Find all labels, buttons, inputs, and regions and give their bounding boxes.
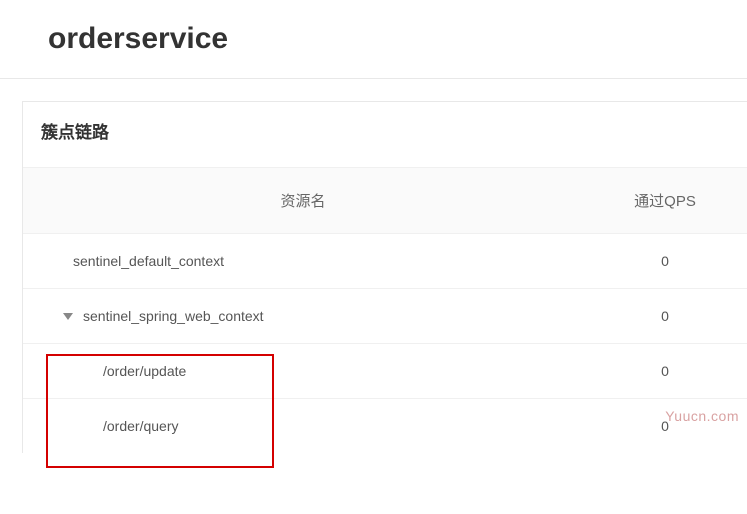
table-row[interactable]: sentinel_default_context 0 bbox=[23, 234, 747, 289]
resource-label: sentinel_spring_web_context bbox=[83, 308, 264, 324]
watermark: Yuucn.com bbox=[665, 408, 739, 424]
resource-cell: sentinel_default_context bbox=[23, 234, 583, 289]
panel-header: 簇点链路 bbox=[23, 102, 747, 167]
separator bbox=[0, 78, 747, 79]
table-row[interactable]: /order/query 0 bbox=[23, 399, 747, 454]
resource-table: 资源名 通过QPS sentinel_default_context 0 sen… bbox=[23, 167, 747, 453]
table-header-row: 资源名 通过QPS bbox=[23, 168, 747, 234]
qps-cell: 0 bbox=[583, 234, 747, 289]
col-qps[interactable]: 通过QPS bbox=[583, 168, 747, 234]
cluster-panel: 簇点链路 资源名 通过QPS sentinel_default_context … bbox=[22, 101, 747, 453]
qps-cell: 0 bbox=[583, 289, 747, 344]
table-row[interactable]: sentinel_spring_web_context 0 bbox=[23, 289, 747, 344]
qps-cell: 0 bbox=[583, 344, 747, 399]
qps-cell: 0 bbox=[583, 399, 747, 454]
page-title: orderservice bbox=[0, 0, 747, 78]
resource-cell: /order/query bbox=[23, 399, 583, 454]
caret-down-icon[interactable] bbox=[63, 313, 73, 320]
table-row[interactable]: /order/update 0 bbox=[23, 344, 747, 399]
resource-cell: sentinel_spring_web_context bbox=[23, 289, 583, 344]
col-resource[interactable]: 资源名 bbox=[23, 168, 583, 234]
resource-cell: /order/update bbox=[23, 344, 583, 399]
